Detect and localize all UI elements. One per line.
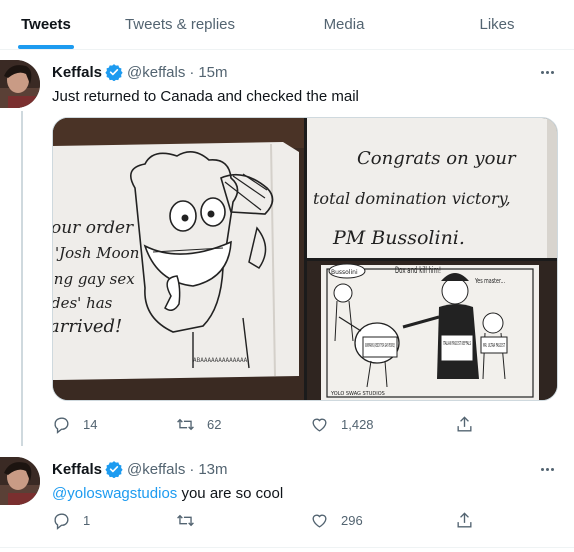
reply-button[interactable]: 1	[52, 511, 90, 530]
drawing-line-3: ing gay sex	[53, 270, 135, 288]
tab-likes-label: Likes	[479, 16, 515, 33]
like-count: 296	[341, 512, 363, 528]
reply-count: 1	[83, 512, 91, 528]
drawing-line-4: des' has	[53, 294, 113, 312]
tweet[interactable]: Keffals @keffals · 15m Just returned to …	[0, 51, 574, 446]
tweet[interactable]: Keffals @keffals · 13m @yoloswagstudios …	[0, 448, 574, 548]
share-button[interactable]	[455, 511, 474, 530]
tab-tweets-label: Tweets	[21, 16, 71, 33]
more-dots-icon[interactable]	[536, 460, 558, 478]
kiwi-sign: KIWIFARMS (REDDIT FOR GAY PEOPLE)	[365, 343, 395, 349]
tweet-header: Keffals @keffals · 15m	[52, 63, 228, 81]
verified-badge-icon	[105, 64, 123, 81]
verified-badge-icon	[105, 461, 123, 478]
tweet-actions: 1 296	[52, 510, 482, 530]
display-name[interactable]: Keffals	[52, 461, 102, 478]
media-grid: our order 'Josh Moon ing gay sex des' ha…	[52, 117, 558, 401]
drawing-line-5: arrived!	[53, 316, 122, 337]
heart-icon	[312, 514, 327, 528]
reply-bubble-icon	[54, 512, 69, 530]
drawing-line-1: our order	[53, 218, 134, 238]
note-line-1: Congrats on your	[357, 148, 517, 169]
display-name[interactable]: Keffals	[52, 64, 102, 81]
fascist-sign: ITALIAN FASCIST KEFFALS	[443, 341, 471, 347]
user-handle[interactable]: @keffals	[127, 64, 185, 81]
comic-credit: YOLO SWAG STUDIOS	[330, 391, 385, 397]
drawing-footer: ABAAAAAAAAAAAAA	[193, 357, 248, 364]
tab-tweets[interactable]: Tweets	[0, 0, 92, 49]
mention-link[interactable]: @yoloswagstudios	[52, 485, 177, 502]
tab-tweets-replies-label: Tweets & replies	[124, 16, 236, 33]
like-button[interactable]: 1,428	[310, 415, 374, 434]
tweet-actions: 14 62 1,428	[52, 414, 482, 434]
like-button[interactable]: 296	[310, 511, 363, 530]
reply-count: 14	[83, 416, 98, 432]
tab-media-label: Media	[323, 16, 365, 33]
user-handle[interactable]: @keffals	[127, 461, 185, 478]
more-dots-icon[interactable]	[536, 63, 558, 81]
separator-dot: ·	[189, 63, 195, 81]
tweet-text-rest: you are so cool	[177, 485, 284, 502]
photo-comic-panel[interactable]: Bussolini Dox and kill him! Yes master..…	[307, 261, 557, 400]
active-tab-indicator	[18, 45, 74, 49]
note-line-3: PM Bussolini.	[332, 227, 465, 249]
profile-tabs: Tweets Tweets & replies Media Likes	[0, 0, 574, 50]
photo-drawing-card[interactable]: our order 'Josh Moon ing gay sex des' ha…	[53, 118, 304, 400]
tab-tweets-replies[interactable]: Tweets & replies	[92, 0, 268, 49]
bubble-bussolini: Bussolini	[331, 269, 358, 276]
avatar[interactable]	[0, 60, 40, 108]
timestamp[interactable]: 15m	[198, 64, 227, 81]
retweet-button[interactable]: 62	[176, 415, 221, 434]
bubble-yes-master: Yes master...	[474, 277, 505, 285]
tweet-text: Just returned to Canada and checked the …	[52, 88, 359, 105]
like-count: 1,428	[341, 416, 374, 432]
heart-icon	[312, 418, 327, 432]
tweet-text: @yoloswagstudios you are so cool	[52, 484, 283, 504]
timestamp[interactable]: 13m	[198, 461, 227, 478]
avatar[interactable]	[0, 457, 40, 505]
ultra-sign: MR. ULTRA FASCIST	[483, 343, 505, 349]
photo-congrats-note[interactable]: Congrats on your total domination victor…	[307, 118, 557, 258]
retweet-button[interactable]	[176, 511, 207, 530]
note-line-2: total domination victory,	[313, 189, 511, 208]
retweet-icon	[177, 418, 194, 430]
bubble-dox: Dox and kill him!	[395, 266, 441, 276]
reply-bubble-icon	[54, 416, 69, 434]
tab-likes[interactable]: Likes	[420, 0, 574, 49]
separator-dot: ·	[189, 460, 195, 478]
retweet-count: 62	[207, 416, 222, 432]
tab-media[interactable]: Media	[268, 0, 420, 49]
reply-button[interactable]: 14	[52, 415, 97, 434]
thread-line	[21, 111, 23, 446]
retweet-icon	[177, 514, 194, 526]
share-icon	[457, 511, 472, 528]
drawing-line-2: 'Josh Moon	[55, 244, 139, 262]
share-icon	[457, 415, 472, 432]
share-button[interactable]	[455, 415, 474, 434]
tweet-header: Keffals @keffals · 13m	[52, 460, 228, 478]
